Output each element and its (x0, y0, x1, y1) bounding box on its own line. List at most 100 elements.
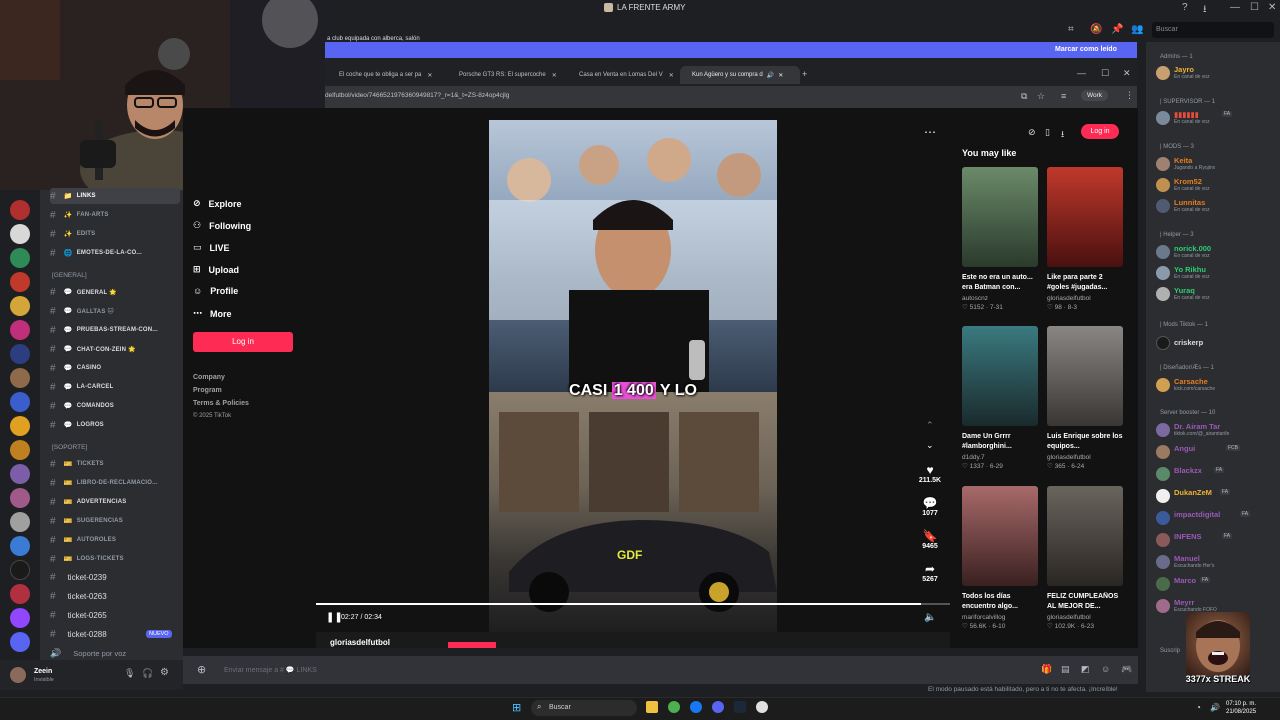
channel-item[interactable]: # 💬 LA-CARCEL (50, 379, 180, 395)
channel-item[interactable]: # 🎫 ADVERTENCIAS (50, 494, 180, 510)
wifi-icon[interactable]: ◔ (1196, 703, 1201, 712)
pip-icon[interactable]: ⊘ (1028, 127, 1036, 138)
channel-item[interactable]: # 💬 PRUEBAS-STREAM-CON... (50, 322, 180, 338)
close-button[interactable]: ✕ (1123, 68, 1131, 79)
member-item[interactable]: Krom52 En canal de voz (1156, 176, 1280, 194)
footer-link[interactable]: Company (193, 374, 225, 381)
chevron-up-icon[interactable]: ⌃ (926, 420, 934, 431)
address-bar[interactable]: delfutbol/video/7466521976360949817?_r=1… (325, 86, 1137, 108)
channel-item[interactable]: # 📁 LINKS (50, 188, 180, 204)
download-icon[interactable]: ⭳ (1061, 127, 1064, 143)
speaker-icon[interactable]: 🔊 (767, 72, 774, 79)
server-icon[interactable] (10, 272, 30, 292)
browser-tab[interactable]: Porsche GT3 RS: El supercoche ✕ (447, 66, 565, 84)
video-thumbnail[interactable] (962, 326, 1038, 426)
category-general[interactable]: [GENERAL] (52, 272, 87, 279)
chevron-down-icon[interactable]: ⌄ (926, 440, 934, 451)
channel-item[interactable]: # 💬 GALLTAS 🐱 (50, 303, 180, 319)
member-item[interactable]: Marco FA (1156, 575, 1280, 593)
mark-as-read-button[interactable]: Marcar como leído (1055, 46, 1117, 53)
channel-item[interactable]: # 💬 GENERAL 🌟 (50, 284, 180, 300)
share-action[interactable]: ➦ 5267 (918, 562, 942, 583)
channel-item[interactable]: # 🌐 EMOTES-DE-LA-CO... (50, 245, 180, 261)
member-item[interactable]: Yuraq En canal de voz (1156, 285, 1280, 303)
sticker-icon[interactable]: ◩ (1081, 664, 1090, 675)
header-login-button[interactable]: Log in (1081, 124, 1119, 139)
server-icon[interactable] (10, 416, 30, 436)
category-soporte[interactable]: [SOPORTE] (52, 444, 87, 451)
taskbar-search[interactable]: Buscar (531, 700, 637, 716)
member-item[interactable]: criskerp (1156, 334, 1280, 352)
video-author[interactable]: gloriasdelfutbol (330, 638, 390, 647)
server-icon[interactable] (10, 296, 30, 316)
ticket-channel[interactable]: # ticket-0263 (50, 591, 107, 602)
headphones-icon[interactable]: 🎧 (142, 668, 153, 679)
notification-bell-icon[interactable]: 🔕 (1090, 24, 1102, 35)
server-icon[interactable] (10, 584, 30, 604)
microphone-icon[interactable]: 🎙 (124, 668, 135, 679)
member-item[interactable]: norick.000 En canal de voz (1156, 243, 1280, 261)
member-item[interactable]: Angui FCB (1156, 443, 1280, 461)
install-icon[interactable]: ⧉ (1021, 91, 1027, 102)
more-options-icon[interactable]: ⋯ (924, 125, 936, 139)
ticket-channel[interactable]: # ticket-0288 (50, 629, 107, 640)
chrome-icon[interactable] (668, 701, 680, 713)
member-item[interactable]: Yo Rikhu En canal de voz (1156, 264, 1280, 282)
settings-gear-icon[interactable]: ⚙ (160, 667, 169, 678)
member-item[interactable]: INFENS FA (1156, 531, 1280, 549)
voice-channel[interactable]: 🔊 Soporte por voz (50, 648, 126, 659)
channel-item[interactable]: # 🎫 SUGERENCIAS (50, 513, 180, 529)
member-item[interactable]: impactdigital FA (1156, 509, 1280, 527)
nav-more[interactable]: ⋯ More (193, 308, 232, 319)
recommended-video-card[interactable]: Dame Un Grrrr #lamborghini... d1ddy.7 ♡ … (962, 326, 1038, 470)
footer-link[interactable]: Program (193, 387, 222, 394)
browser-tab-active[interactable]: Kun Agüero y su compra d 🔊 ✕ (680, 66, 800, 84)
channel-item[interactable]: # ✨ EDITS (50, 226, 180, 242)
channel-item[interactable]: # 💬 CASINO (50, 360, 180, 376)
server-icon[interactable] (10, 392, 30, 412)
channel-item[interactable]: # 💬 COMANDOS (50, 398, 180, 414)
server-icon[interactable] (10, 632, 30, 652)
discord-search-input[interactable]: Buscar (1152, 22, 1274, 38)
video-thumbnail[interactable] (962, 486, 1038, 586)
apps-icon[interactable]: 🎮 (1121, 664, 1132, 675)
emoji-icon[interactable]: ☺ (1101, 664, 1110, 674)
server-icon[interactable] (10, 224, 30, 244)
server-icon[interactable] (10, 608, 30, 628)
video-player[interactable]: CASI 1 400 Y LO GDF (489, 120, 777, 632)
server-icon[interactable] (10, 248, 30, 268)
maximize-button[interactable]: ☐ (1250, 2, 1259, 13)
like-action[interactable]: ♥ 211.5K (918, 463, 942, 484)
channel-item[interactable]: # 🎫 TICKETS (50, 456, 180, 472)
footer-link[interactable]: Terms & Policies (193, 400, 249, 407)
channel-item[interactable]: # 🎫 LIBRO-DE-RECLAMACIO... (50, 475, 180, 491)
menu-kebab-icon[interactable]: ⋮ (1125, 90, 1134, 101)
add-attachment-icon[interactable]: ⊕ (197, 663, 206, 676)
threads-icon[interactable]: ⌗ (1068, 24, 1074, 35)
video-thumbnail[interactable] (1047, 326, 1123, 426)
member-item[interactable]: DukanZeM FA (1156, 487, 1280, 505)
server-icon[interactable] (10, 464, 30, 484)
close-tab-icon[interactable]: ✕ (669, 72, 674, 79)
channel-item[interactable]: # 🎫 AUTOROLES (50, 532, 180, 548)
discord-icon[interactable] (712, 701, 724, 713)
channel-item[interactable]: # 🎫 LOGS-TICKETS (50, 551, 180, 567)
close-tab-icon[interactable]: ✕ (552, 72, 557, 79)
server-icon[interactable] (10, 344, 30, 364)
member-item[interactable]: Blackzx FA (1156, 465, 1280, 483)
video-thumbnail[interactable] (1047, 167, 1123, 267)
extensions-icon[interactable]: ≡ (1061, 91, 1066, 101)
member-item[interactable]: Dr. Airam Tar tiktok.com/@_airamtarife (1156, 421, 1280, 439)
taskbar-clock[interactable]: 07:10 p. m. 21/08/2025 (1226, 700, 1256, 716)
server-icon[interactable] (10, 560, 30, 580)
member-item[interactable]: Lunnitas En canal de voz (1156, 197, 1280, 215)
video-thumbnail[interactable] (1047, 486, 1123, 586)
maximize-button[interactable]: ☐ (1101, 68, 1109, 79)
nav-following[interactable]: ⚇ Following (193, 220, 251, 231)
video-thumbnail[interactable] (962, 167, 1038, 267)
server-icon[interactable] (10, 440, 30, 460)
unread-notification-bar[interactable]: a club equipada con alberca, salón Marca… (325, 36, 1137, 58)
channel-item[interactable]: # 💬 CHAT-CON-ZEIN 🌟 (50, 341, 180, 357)
profile-button[interactable]: Work (1081, 90, 1109, 101)
member-item[interactable]: Manuel Escuchando Her's (1156, 553, 1280, 571)
